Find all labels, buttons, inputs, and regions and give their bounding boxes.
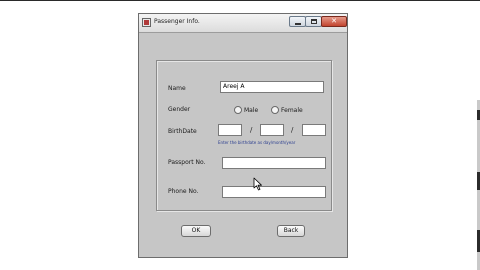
mouse-cursor-icon	[253, 177, 262, 191]
female-radio[interactable]	[271, 106, 279, 114]
window-title: Passenger Info.	[154, 18, 200, 25]
name-input[interactable]: Areej A	[220, 81, 324, 93]
name-label: Name	[168, 85, 186, 92]
passenger-info-window: Passenger Info. ✕ Name Areej A Gender Ma…	[138, 13, 348, 258]
phone-input[interactable]	[222, 186, 326, 198]
passport-label: Passport No.	[168, 159, 206, 166]
maximize-button[interactable]	[305, 16, 322, 27]
male-radio[interactable]	[234, 106, 242, 114]
female-radio-label: Female	[281, 107, 303, 114]
close-button[interactable]: ✕	[321, 16, 347, 27]
birthdate-label: BirthDate	[168, 128, 197, 135]
date-separator: /	[250, 126, 253, 134]
gender-label: Gender	[168, 106, 191, 113]
male-radio-label: Male	[244, 107, 259, 114]
top-divider	[0, 0, 480, 1]
screen: Passenger Info. ✕ Name Areej A Gender Ma…	[0, 0, 480, 270]
maximize-icon	[311, 19, 317, 24]
right-edge-strip	[473, 100, 480, 270]
ok-button[interactable]: OK	[181, 225, 211, 237]
passport-input[interactable]	[222, 157, 326, 169]
minimize-button[interactable]	[289, 16, 306, 27]
phone-label: Phone No.	[168, 188, 199, 195]
close-icon: ✕	[331, 17, 337, 25]
back-button[interactable]: Back	[277, 225, 305, 237]
window-titlebar[interactable]: Passenger Info. ✕	[139, 14, 347, 33]
birthdate-hint: Enter the birthdate as day/month/year	[218, 140, 296, 145]
minimize-icon	[295, 23, 301, 25]
birth-year-input[interactable]	[302, 124, 326, 136]
birth-month-input[interactable]	[260, 124, 284, 136]
app-icon	[142, 18, 151, 27]
date-separator: /	[291, 126, 294, 134]
birth-day-input[interactable]	[218, 124, 242, 136]
